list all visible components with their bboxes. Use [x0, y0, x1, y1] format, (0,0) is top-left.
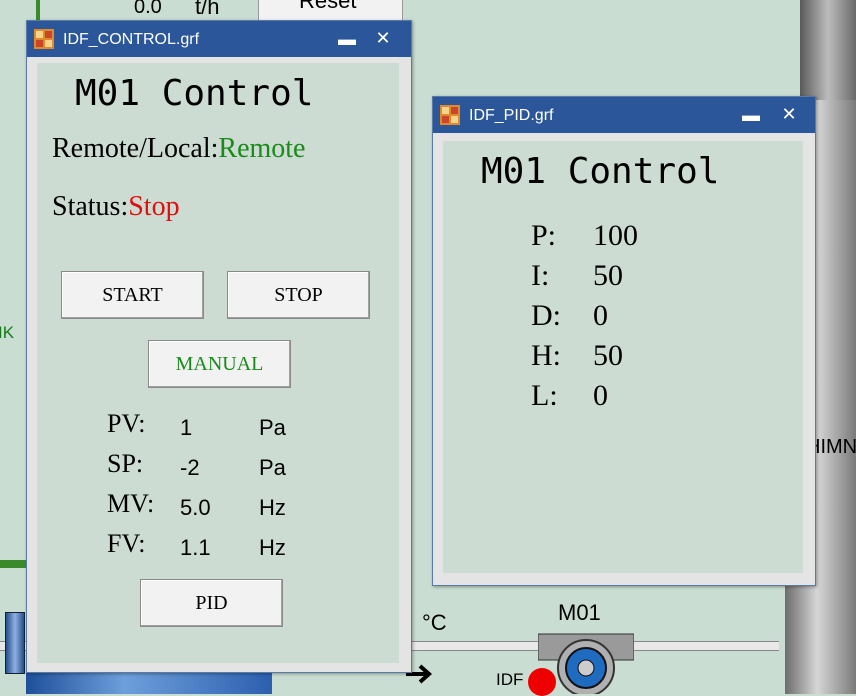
pid-param-label: H:	[531, 339, 561, 372]
reading-unit: Hz	[259, 495, 286, 520]
control-panel: M01 Control Remote/Local:Remote Status:S…	[37, 63, 399, 663]
reading-unit: Pa	[259, 415, 286, 440]
app-icon	[440, 105, 460, 125]
pid-param-label: D:	[531, 299, 561, 332]
pid-button[interactable]: PID	[140, 579, 283, 627]
reading-unit: Pa	[259, 455, 286, 480]
pid-window-title: IDF_PID.grf	[469, 107, 554, 124]
reading-value: 5.0	[180, 495, 211, 520]
pid-heading: M01 Control	[481, 151, 720, 192]
reading-label: PV:	[107, 409, 146, 438]
minimize-button[interactable]: ▬	[739, 103, 763, 127]
pipe-from-fan	[634, 641, 779, 651]
status-value: Stop	[128, 191, 180, 222]
reading-label: SP:	[107, 449, 144, 478]
pid-param-label: I:	[531, 259, 550, 292]
pipe-to-fan	[410, 641, 540, 651]
control-window-titlebar[interactable]: IDF_CONTROL.grf ▬ ✕	[27, 21, 411, 57]
pid-param-value[interactable]: 50	[593, 259, 623, 293]
pid-param-value[interactable]: 100	[593, 219, 638, 253]
mode-label: Remote/Local:	[52, 133, 219, 164]
close-button[interactable]: ✕	[371, 26, 395, 50]
pid-param-value[interactable]: 0	[593, 379, 608, 413]
idf-label: IDF	[496, 670, 524, 689]
reading-label: FV:	[107, 529, 146, 558]
status-label: Status:	[52, 191, 129, 222]
close-button[interactable]: ✕	[777, 102, 801, 126]
start-button[interactable]: START	[61, 271, 204, 319]
control-window-title: IDF_CONTROL.grf	[63, 31, 200, 48]
pid-window-titlebar[interactable]: IDF_PID.grf ▬ ✕	[433, 97, 815, 133]
mode-value: Remote	[218, 133, 306, 164]
reset-button-label: Reset	[299, 0, 357, 13]
temp-unit: °C	[422, 610, 447, 635]
top-reading-unit: t/h	[195, 0, 220, 19]
stop-button[interactable]: STOP	[227, 271, 370, 319]
top-reading-value: 0.0	[134, 0, 162, 18]
pid-window: IDF_PID.grf ▬ ✕ M01 Control P: 100 I: 50…	[432, 96, 816, 586]
reading-label: MV:	[107, 489, 155, 518]
status-row: Status:Stop	[52, 191, 180, 223]
pid-param-label: L:	[531, 379, 558, 412]
reading-value: -2	[180, 455, 200, 480]
pid-param-value[interactable]: 50	[593, 339, 623, 373]
left-edge-label: IK	[0, 323, 15, 342]
app-icon	[34, 29, 54, 49]
chimney-cap	[800, 0, 856, 100]
pid-panel: M01 Control P: 100 I: 50 D: 0 H: 50 L: 0	[443, 141, 803, 573]
reading-value: 1	[180, 415, 193, 440]
pid-param-label: P:	[531, 219, 557, 252]
manual-button[interactable]: MANUAL	[148, 340, 291, 388]
reading-unit: Hz	[259, 535, 286, 560]
pid-param-value[interactable]: 0	[593, 299, 608, 333]
fan-label: M01	[558, 600, 601, 625]
status-indicator-dot	[528, 668, 556, 696]
control-window: IDF_CONTROL.grf ▬ ✕ M01 Control Remote/L…	[26, 20, 412, 673]
control-heading: M01 Control	[75, 73, 314, 114]
mode-row: Remote/Local:Remote	[52, 133, 305, 165]
minimize-button[interactable]: ▬	[335, 27, 359, 51]
left-valve	[5, 612, 25, 674]
reading-value: 1.1	[180, 535, 211, 560]
